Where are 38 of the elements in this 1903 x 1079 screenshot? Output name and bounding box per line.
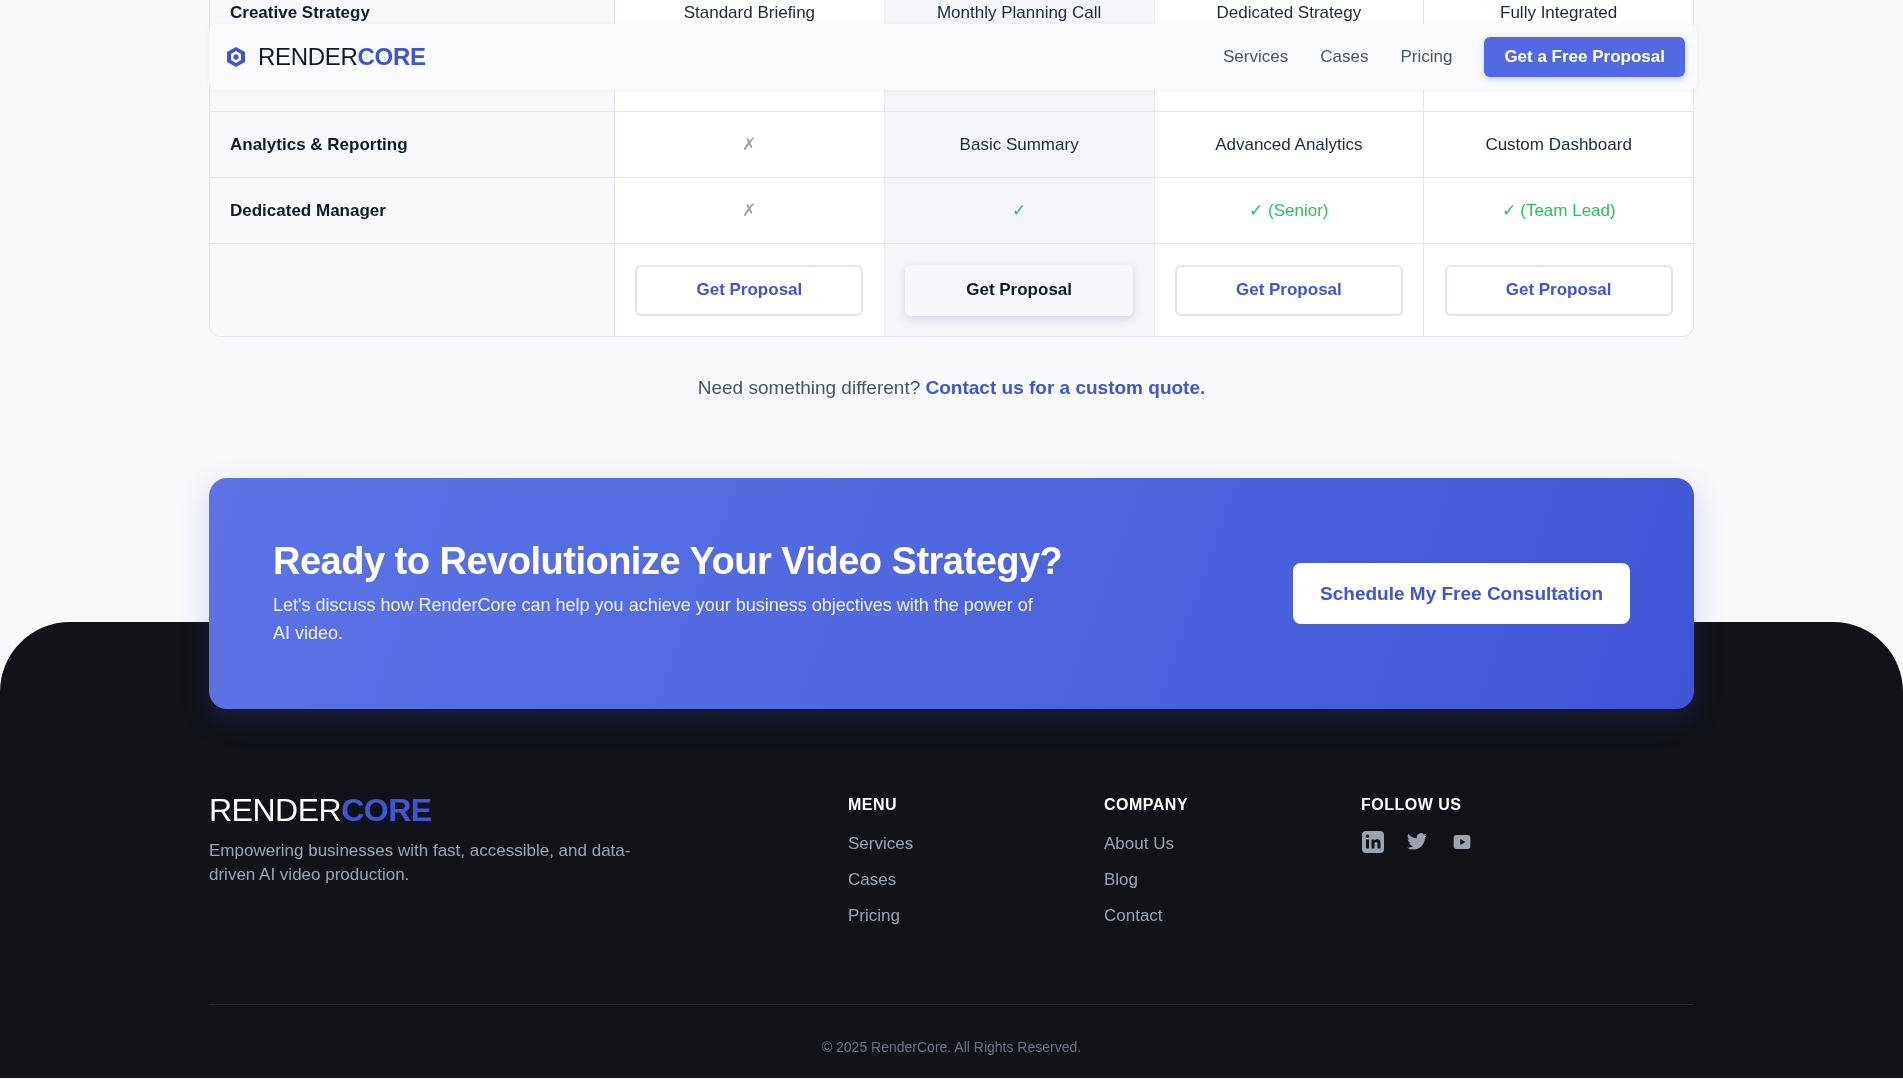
get-proposal-button[interactable]: Get Proposal bbox=[1174, 264, 1403, 316]
footer-link[interactable]: Pricing bbox=[848, 898, 1104, 934]
logo[interactable]: RENDERCORE bbox=[258, 43, 426, 71]
table-cell: ✗ bbox=[614, 178, 884, 243]
footer-link[interactable]: Cases bbox=[848, 862, 1104, 898]
cta-title: Ready to Revolutionize Your Video Strategy? bbox=[273, 540, 1063, 583]
tagline: Empowering businesses with fast, accessible, and data-driven AI video production. bbox=[209, 840, 632, 886]
footer-link[interactable]: Contact bbox=[1104, 898, 1361, 934]
table-cell: ✓ (Team Lead) bbox=[1423, 178, 1693, 243]
footer-link[interactable]: About Us bbox=[1104, 826, 1361, 862]
table-cell: Advanced Analytics bbox=[1153, 112, 1424, 177]
linkedin-icon[interactable] bbox=[1361, 830, 1385, 854]
get-proposal-button[interactable]: Get Proposal bbox=[635, 264, 864, 316]
nav-link[interactable]: Pricing bbox=[1400, 47, 1453, 67]
nav-link[interactable]: Cases bbox=[1320, 47, 1369, 67]
footer-link[interactable]: Blog bbox=[1104, 862, 1361, 898]
get-proposal-button[interactable]: Get Proposal bbox=[905, 264, 1134, 316]
table-cell: ✗ bbox=[614, 112, 884, 177]
footer-logo: RENDERCORE bbox=[209, 792, 433, 829]
get-proposal-button[interactable]: Get Proposal bbox=[1444, 264, 1673, 316]
table-cell: ✓ bbox=[883, 178, 1154, 243]
footer-link[interactable]: Services bbox=[848, 826, 1104, 862]
table-cell: Custom Dashboard bbox=[1423, 112, 1693, 177]
table-cell: ✓ (Senior) bbox=[1153, 178, 1424, 243]
footer-heading: COMPANY bbox=[1104, 796, 1190, 814]
proposal-button[interactable]: Get a Free Proposal bbox=[1484, 37, 1685, 77]
cube-logo-icon bbox=[224, 45, 248, 69]
footer-heading: MENU bbox=[848, 796, 899, 814]
table-cell: Basic Summary bbox=[883, 112, 1154, 177]
row-header-cell: Analytics & Reporting bbox=[210, 112, 614, 177]
footer-heading: FOLLOW US bbox=[1361, 796, 1463, 814]
custom-quote-text: Need something different? bbox=[697, 377, 921, 398]
copyright: © 2025 RenderCore. All Rights Reserved. bbox=[820, 1039, 1083, 1055]
row-header-cell: Dedicated Manager bbox=[210, 178, 614, 243]
nav-link[interactable]: Services bbox=[1223, 47, 1289, 67]
cta-description: Let's discuss how RenderCore can help you achieve your business objectives with the power of AI video. bbox=[273, 594, 1034, 645]
custom-quote-link[interactable]: Contact us for a custom quote. bbox=[925, 377, 1206, 398]
consultation-button[interactable]: Schedule My Free Consultation bbox=[1293, 563, 1630, 624]
